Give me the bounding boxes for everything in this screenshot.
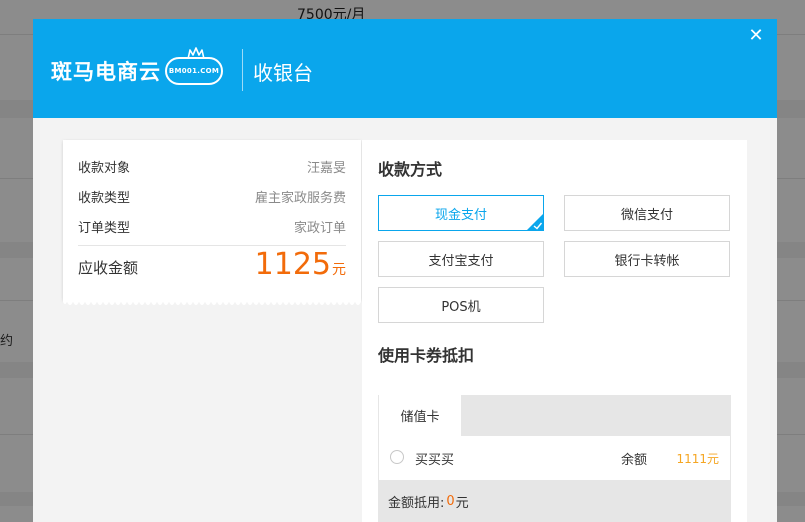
zebra-icon: [187, 47, 205, 59]
total-amount: 1125 元: [255, 247, 346, 282]
deduction-label: 金额抵用:: [388, 495, 445, 511]
checkout-modal: 斑马电商云 BM001.COM 收银台 ✕ 收款对象 汪嘉旻 收款类型 雇主家政…: [33, 19, 777, 522]
receipt-edge: [63, 300, 361, 305]
total-label: 应收金额: [78, 259, 139, 277]
card-deduction-title: 使用卡券抵扣: [378, 346, 475, 365]
summary-divider: [78, 245, 346, 246]
tab-stored-value-card[interactable]: 储值卡: [378, 395, 461, 436]
logo-badge-text: BM001.COM: [168, 67, 220, 75]
card-name: 买买买: [415, 453, 455, 468]
pay-method-label: 现金支付: [434, 207, 487, 223]
pay-pos-button[interactable]: POS机: [378, 287, 544, 323]
card-radio[interactable]: [390, 450, 404, 464]
pay-wechat-button[interactable]: 微信支付: [564, 195, 730, 231]
total-amount-number: 1125: [254, 247, 331, 282]
summary-label: 收款类型: [78, 191, 131, 206]
summary-value: 雇主家政服务费: [254, 191, 346, 206]
modal-title: 收银台: [253, 61, 313, 85]
pay-cash-button[interactable]: 现金支付: [378, 195, 544, 231]
pay-alipay-button[interactable]: 支付宝支付: [378, 241, 544, 277]
summary-label: 订单类型: [78, 221, 131, 236]
summary-value: 汪嘉旻: [306, 161, 346, 176]
card-tab-bar: 储值卡: [378, 395, 731, 436]
logo-text: 斑马电商云: [51, 60, 161, 84]
modal-header: 斑马电商云 BM001.COM 收银台 ✕: [33, 19, 777, 118]
balance-label: 余额: [621, 453, 648, 468]
close-icon[interactable]: ✕: [747, 27, 765, 45]
pay-method-label: 银行卡转帐: [614, 253, 680, 269]
card-list-item[interactable]: 买买买 余额 1111元: [378, 436, 731, 480]
pay-method-label: 微信支付: [620, 207, 673, 223]
balance-value: 1111元: [676, 452, 719, 466]
stored-value-card-box: 储值卡 买买买 余额 1111元 金额抵用: 0 元: [378, 395, 731, 522]
checkmark-icon: [527, 214, 543, 230]
payment-method-title: 收款方式: [378, 160, 443, 179]
deduction-value: 0: [446, 493, 455, 509]
deduction-unit: 元: [455, 495, 469, 511]
deduction-summary: 金额抵用: 0 元: [378, 480, 731, 522]
total-amount-unit: 元: [332, 262, 346, 278]
brand-logo: 斑马电商云 BM001.COM: [51, 47, 223, 86]
summary-row-type: 收款类型 雇主家政服务费: [78, 187, 346, 206]
pay-method-label: 支付宝支付: [428, 253, 494, 269]
logo-badge: BM001.COM: [165, 47, 223, 85]
summary-row-payer: 收款对象 汪嘉旻: [78, 157, 346, 176]
summary-label: 收款对象: [78, 161, 131, 176]
summary-row-order-type: 订单类型 家政订单: [78, 217, 346, 236]
pay-bank-transfer-button[interactable]: 银行卡转帐: [564, 241, 730, 277]
pay-method-label: POS机: [441, 299, 481, 315]
summary-value: 家政订单: [293, 221, 346, 236]
header-divider: [242, 49, 243, 91]
payment-panel: 收款方式 现金支付 微信支付 支付宝支付 银行卡转帐 POS机 使用卡券抵扣 储…: [362, 140, 747, 522]
order-summary: 收款对象 汪嘉旻 收款类型 雇主家政服务费 订单类型 家政订单 应收金额 112…: [63, 140, 361, 300]
